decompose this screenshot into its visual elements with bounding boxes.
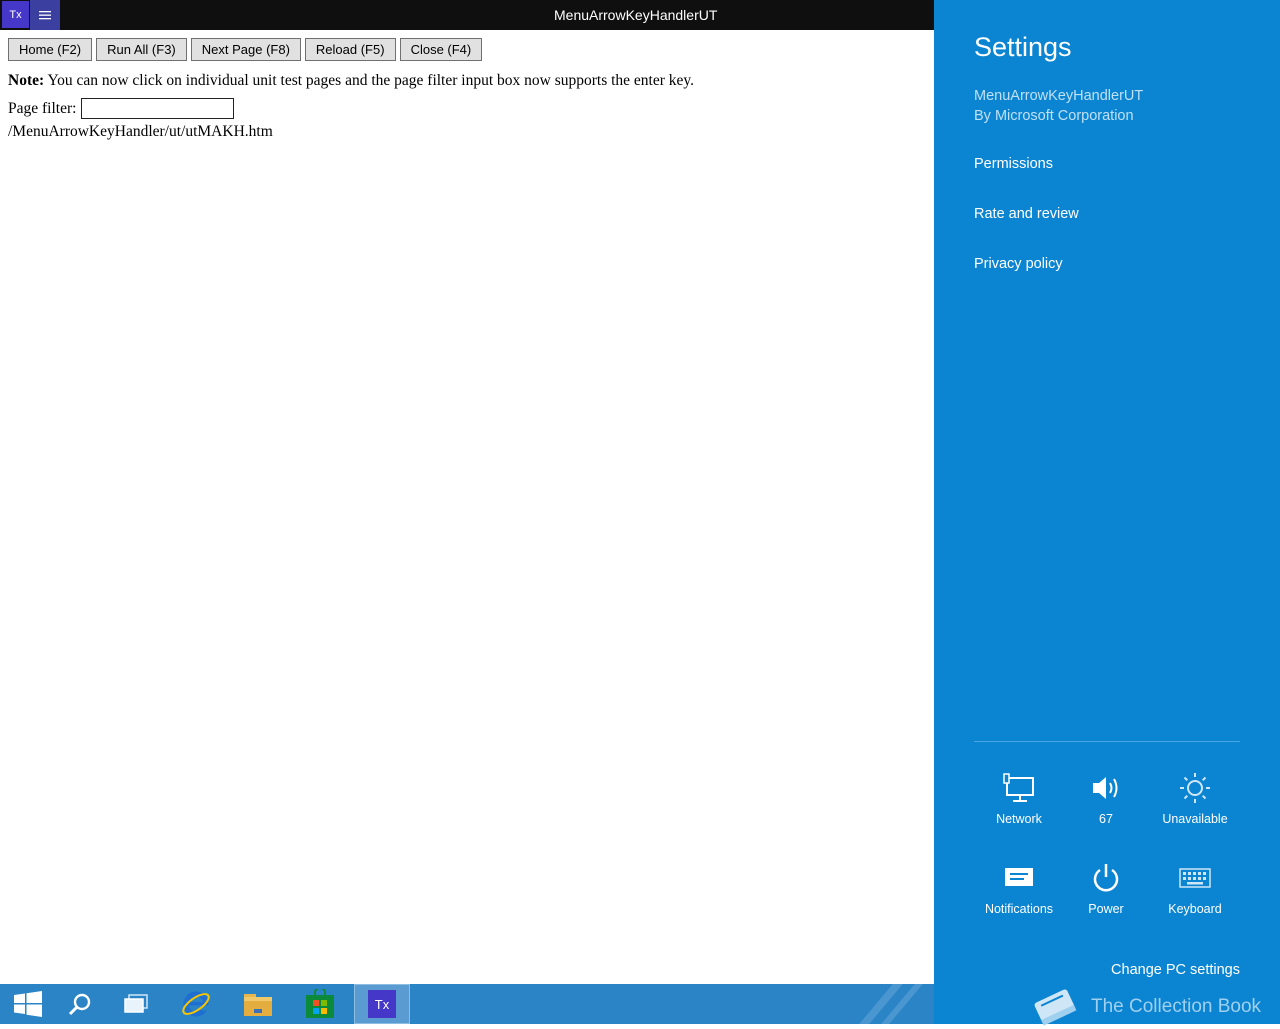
test-page-link[interactable]: /MenuArrowKeyHandler/ut/utMAKH.htm xyxy=(8,123,273,141)
power-label: Power xyxy=(1088,902,1124,916)
permissions-link[interactable]: Permissions xyxy=(974,156,1053,172)
window-title: MenuArrowKeyHandlerUT xyxy=(554,7,718,23)
store-icon[interactable] xyxy=(292,984,348,1024)
keyboard-tile[interactable]: Keyboard xyxy=(1151,860,1239,916)
test-toolbar: Home (F2) Run All (F3) Next Page (F8) Re… xyxy=(8,38,483,61)
app-title-bar: Tx MenuArrowKeyHandlerUT xyxy=(0,0,934,30)
page-filter-row: Page filter: xyxy=(8,98,235,119)
run-all-button[interactable]: Run All (F3) xyxy=(96,38,187,61)
page-filter-label: Page filter: xyxy=(8,99,77,117)
rate-and-review-link[interactable]: Rate and review xyxy=(974,206,1079,222)
internet-explorer-icon[interactable] xyxy=(168,984,224,1024)
keyboard-label: Keyboard xyxy=(1168,902,1222,916)
file-explorer-icon[interactable] xyxy=(230,984,286,1024)
home-button[interactable]: Home (F2) xyxy=(8,38,93,61)
reload-button[interactable]: Reload (F5) xyxy=(304,38,396,61)
app-publisher: By Microsoft Corporation xyxy=(974,108,1134,124)
change-pc-settings-link[interactable]: Change PC settings xyxy=(1111,962,1240,978)
tx-app-icon: Tx xyxy=(368,990,396,1018)
network-icon xyxy=(975,770,1063,806)
page-filter-input[interactable] xyxy=(81,98,235,119)
taskbar: Tx xyxy=(0,984,934,1024)
power-icon xyxy=(1062,860,1150,896)
network-label: Network xyxy=(996,812,1042,826)
start-icon[interactable] xyxy=(0,984,56,1024)
settings-title: Settings xyxy=(974,32,1072,62)
divider xyxy=(974,741,1240,742)
privacy-policy-link[interactable]: Privacy policy xyxy=(974,256,1063,272)
settings-charm: Settings MenuArrowKeyHandlerUT By Micros… xyxy=(934,0,1280,1026)
note-label: Note: xyxy=(8,72,45,89)
search-icon[interactable] xyxy=(52,984,108,1024)
notifications-tile[interactable]: Notifications xyxy=(975,860,1063,916)
note-text: Note: You can now click on individual un… xyxy=(8,72,694,90)
test-runner-page: Home (F2) Run All (F3) Next Page (F8) Re… xyxy=(0,30,934,984)
book-icon xyxy=(1034,989,1077,1026)
brightness-icon xyxy=(1151,770,1239,806)
volume-label: 67 xyxy=(1099,812,1113,826)
task-view-icon[interactable] xyxy=(108,984,164,1024)
brightness-label: Unavailable xyxy=(1162,812,1228,826)
tx-app-taskbar-button[interactable]: Tx xyxy=(354,984,410,1024)
note-body: You can now click on individual unit tes… xyxy=(44,72,695,89)
close-button[interactable]: Close (F4) xyxy=(399,38,483,61)
next-page-button[interactable]: Next Page (F8) xyxy=(190,38,301,61)
watermark: The Collection Book xyxy=(1029,985,1261,1029)
volume-icon xyxy=(1062,770,1150,806)
volume-tile[interactable]: 67 xyxy=(1062,770,1150,826)
notifications-label: Notifications xyxy=(984,902,1054,916)
power-tile[interactable]: Power xyxy=(1062,860,1150,916)
watermark-text: The Collection Book xyxy=(1091,996,1262,1017)
notifications-icon xyxy=(975,860,1063,896)
app-name: MenuArrowKeyHandlerUT xyxy=(974,88,1144,104)
keyboard-icon xyxy=(1151,860,1239,896)
app-info: MenuArrowKeyHandlerUT By Microsoft Corpo… xyxy=(974,86,1143,126)
brightness-tile[interactable]: Unavailable xyxy=(1151,770,1239,826)
network-tile[interactable]: Network xyxy=(975,770,1063,826)
